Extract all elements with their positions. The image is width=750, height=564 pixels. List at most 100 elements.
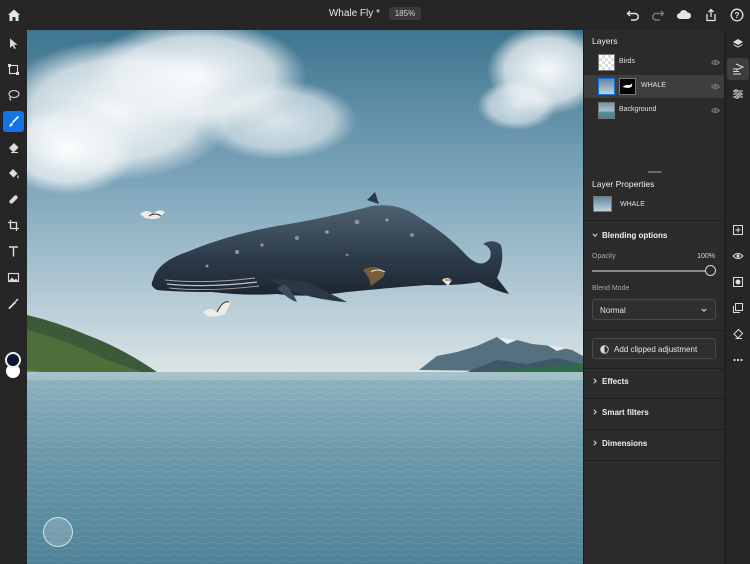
type-tool[interactable] <box>3 241 24 262</box>
more-icon <box>733 358 743 362</box>
layer-thumbnail <box>598 78 615 95</box>
effects-section-header[interactable]: Effects <box>602 377 629 386</box>
paint-bucket-icon <box>9 169 19 179</box>
layer-properties-icon <box>733 63 744 75</box>
layer-name: Background <box>619 106 657 113</box>
add-layer-button[interactable] <box>727 219 749 241</box>
arrow-cursor-icon <box>10 38 18 49</box>
whale-composite-image <box>27 30 583 564</box>
task-rail <box>724 30 750 564</box>
clip-layer-button[interactable] <box>727 297 749 319</box>
transform-tool[interactable] <box>3 59 24 80</box>
eraser-tool[interactable] <box>3 137 24 158</box>
properties-panel: Layers Birds WHALE Background Layer Prop… <box>583 30 725 564</box>
chevron-right-icon[interactable] <box>592 378 598 384</box>
divider <box>584 460 725 461</box>
mask-button[interactable] <box>727 271 749 293</box>
more-options-button[interactable] <box>727 349 749 371</box>
chevron-right-icon[interactable] <box>592 409 598 415</box>
chevron-down-icon[interactable] <box>592 232 598 238</box>
brush-tool[interactable] <box>3 111 24 132</box>
cloud-icon[interactable] <box>676 8 692 22</box>
eraser-icon <box>9 143 19 153</box>
divider <box>584 429 725 430</box>
transform-icon <box>8 64 19 75</box>
canvas[interactable] <box>27 30 583 564</box>
clip-icon <box>733 303 743 313</box>
redo-icon[interactable] <box>651 8 665 22</box>
eye-icon[interactable] <box>711 59 720 66</box>
layer-thumbnail <box>598 102 615 119</box>
adjustments-button[interactable] <box>727 83 749 105</box>
panel-resize-handle[interactable] <box>648 171 662 173</box>
crop-tool[interactable] <box>3 215 24 236</box>
layer-row-birds[interactable]: Birds <box>584 51 725 74</box>
document-title[interactable]: Whale Fly * <box>329 8 380 19</box>
undo-icon[interactable] <box>626 8 640 22</box>
layer-name: Birds <box>619 58 635 65</box>
opacity-value: 100% <box>697 253 715 260</box>
type-icon <box>9 246 18 257</box>
top-bar: Whale Fly * 185% ? <box>0 0 750 30</box>
eyedropper-tool[interactable] <box>3 293 24 314</box>
blend-mode-value: Normal <box>600 306 626 315</box>
layer-thumbnail <box>598 54 615 71</box>
adjustment-icon <box>600 345 609 354</box>
blend-mode-label: Blend Mode <box>592 285 630 292</box>
layer-properties-title: Layer Properties <box>592 179 655 189</box>
layer-row-background[interactable]: Background <box>584 99 725 122</box>
mask-icon <box>733 277 743 287</box>
divider <box>584 220 725 221</box>
healing-brush-icon <box>9 195 18 204</box>
divider <box>584 330 725 331</box>
svg-text:?: ? <box>735 11 740 20</box>
layers-icon <box>733 39 743 48</box>
smart-filters-section-header[interactable]: Smart filters <box>602 408 649 417</box>
layer-properties-name: WHALE <box>620 201 645 208</box>
tool-bar <box>0 30 27 564</box>
layer-properties-thumbnail <box>593 196 612 212</box>
layers-stack-button[interactable] <box>727 33 749 55</box>
divider <box>584 398 725 399</box>
layer-row-whale[interactable]: WHALE <box>584 75 725 98</box>
add-clipped-adjustment-button[interactable]: Add clipped adjustment <box>592 338 716 359</box>
layer-mask-thumbnail <box>619 78 636 95</box>
lasso-tool[interactable] <box>3 85 24 106</box>
chevron-right-icon[interactable] <box>592 440 598 446</box>
select-tool[interactable] <box>3 33 24 54</box>
dimensions-section-header[interactable]: Dimensions <box>602 439 647 448</box>
eye-icon[interactable] <box>711 107 720 114</box>
blending-options-header[interactable]: Blending options <box>602 231 667 240</box>
eye-icon[interactable] <box>711 83 720 90</box>
opacity-label: Opacity <box>592 253 616 260</box>
healing-tool[interactable] <box>3 189 24 210</box>
erase-layer-button[interactable] <box>727 323 749 345</box>
touch-modifier-button[interactable] <box>43 517 73 547</box>
foreground-color-swatch[interactable] <box>5 352 21 368</box>
layers-panel-title: Layers <box>592 36 618 46</box>
layer-name: WHALE <box>641 82 666 89</box>
layer-properties-button[interactable] <box>727 58 749 80</box>
help-icon[interactable]: ? <box>730 8 744 22</box>
share-icon[interactable] <box>704 8 718 22</box>
lasso-icon <box>8 89 20 101</box>
eraser-icon <box>733 328 744 339</box>
opacity-slider-track[interactable] <box>592 270 708 272</box>
add-layer-icon <box>733 225 743 235</box>
place-image-tool[interactable] <box>3 267 24 288</box>
eye-icon <box>732 253 744 259</box>
divider <box>584 368 725 369</box>
visibility-button[interactable] <box>727 245 749 267</box>
fill-tool[interactable] <box>3 163 24 184</box>
whale-mask-icon <box>622 83 633 88</box>
chevron-down-icon <box>701 308 707 312</box>
crop-icon <box>8 220 19 231</box>
blend-mode-select[interactable]: Normal <box>592 299 716 320</box>
eyedropper-icon <box>8 298 19 310</box>
image-icon <box>7 272 20 283</box>
zoom-level[interactable]: 185% <box>388 7 422 20</box>
brush-icon <box>9 115 20 127</box>
opacity-slider-handle[interactable] <box>705 265 716 276</box>
add-clipped-adjustment-label: Add clipped adjustment <box>614 345 698 354</box>
sliders-icon <box>733 89 743 99</box>
